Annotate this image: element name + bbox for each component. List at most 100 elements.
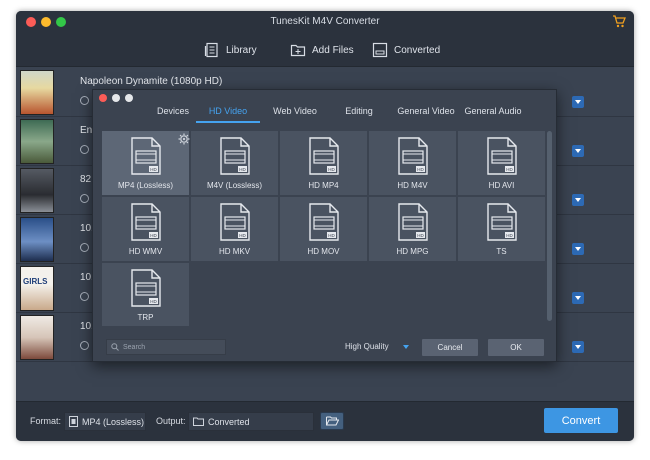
title-bar: TunesKit M4V Converter [16, 11, 634, 33]
format-option-label: M4V (Lossless) [206, 181, 263, 190]
hd-video-file-icon: HD [309, 137, 339, 175]
format-tabs: Devices HD Video Web Video Editing Gener… [93, 99, 556, 123]
output-path-field[interactable]: Converted [188, 412, 314, 431]
hd-video-file-icon: HD [220, 137, 250, 175]
format-option[interactable]: HD M4V (Lossless) [191, 131, 279, 196]
movie-title: 82 [80, 174, 92, 185]
hd-video-file-icon: HD [131, 203, 161, 241]
add-files-label: Add Files [312, 44, 354, 56]
add-folder-icon [290, 44, 306, 57]
format-selector[interactable]: MP4 (Lossless) [64, 412, 146, 431]
format-option[interactable]: HD HD MPG [369, 197, 457, 262]
output-value: Converted [208, 416, 250, 427]
format-option-label: TS [496, 247, 507, 256]
movie-title: Napoleon Dynamite (1080p HD) [80, 76, 223, 87]
toolbar: Library Add Files Converted [16, 33, 634, 67]
poster-text-girls: GIRLS [23, 277, 48, 286]
movie-poster: GIRLS [20, 266, 54, 311]
library-label: Library [226, 44, 257, 56]
format-option-label: HD M4V [397, 181, 428, 190]
output-label: Output: [156, 416, 186, 426]
clock-icon [80, 194, 89, 203]
tab-editing[interactable]: Editing [337, 106, 381, 123]
chevron-down-icon[interactable] [403, 345, 409, 349]
movie-poster [20, 70, 54, 115]
svg-text:HD: HD [150, 233, 157, 238]
format-option-label: HD MOV [307, 247, 340, 256]
cart-icon[interactable] [612, 15, 626, 33]
tab-devices[interactable]: Devices [148, 106, 198, 123]
film-icon [69, 416, 78, 427]
hd-video-file-icon: HD [131, 137, 161, 175]
quality-select[interactable]: High Quality [345, 342, 389, 351]
clock-icon [80, 341, 89, 350]
tab-web-video[interactable]: Web Video [269, 106, 321, 123]
svg-text:HD: HD [417, 167, 424, 172]
hd-video-file-icon: HD [309, 203, 339, 241]
folder-icon [193, 417, 204, 426]
hd-video-file-icon: HD [487, 137, 517, 175]
svg-text:HD: HD [328, 167, 335, 172]
converted-button[interactable]: Converted [372, 41, 440, 59]
dropdown-arrow-icon[interactable] [572, 341, 584, 353]
tab-general-audio[interactable]: General Audio [460, 106, 526, 123]
format-option[interactable]: HD MP4 (Lossless) [102, 131, 190, 196]
hd-video-file-icon: HD [398, 203, 428, 241]
cancel-button[interactable]: Cancel [422, 339, 478, 356]
format-option-label: HD AVI [488, 181, 515, 190]
hd-video-file-icon: HD [487, 203, 517, 241]
format-option-label: TRP [137, 313, 154, 322]
search-icon [111, 343, 119, 351]
format-grid-scrollbar[interactable] [547, 131, 552, 321]
svg-text:HD: HD [239, 167, 246, 172]
hd-video-file-icon: HD [131, 269, 161, 307]
dropdown-arrow-icon[interactable] [572, 96, 584, 108]
clock-icon [80, 96, 89, 105]
footer-bar: Format: MP4 (Lossless) Output: Converted… [16, 401, 634, 441]
ok-button[interactable]: OK [488, 339, 544, 356]
library-icon [204, 42, 218, 58]
format-option[interactable]: HD HD WMV [102, 197, 190, 262]
svg-text:HD: HD [150, 167, 157, 172]
dropdown-arrow-icon[interactable] [572, 145, 584, 157]
dropdown-arrow-icon[interactable] [572, 194, 584, 206]
svg-text:HD: HD [506, 233, 513, 238]
format-option[interactable]: HD HD M4V [369, 131, 457, 196]
convert-button[interactable]: Convert [544, 408, 618, 433]
format-option[interactable]: HD TRP [102, 263, 190, 326]
format-dialog: Devices HD Video Web Video Editing Gener… [92, 89, 557, 362]
format-option[interactable]: HD HD MOV [280, 197, 368, 262]
svg-text:HD: HD [506, 167, 513, 172]
add-files-button[interactable]: Add Files [290, 41, 354, 59]
svg-text:HD: HD [417, 233, 424, 238]
movie-poster [20, 217, 54, 262]
hd-video-file-icon: HD [220, 203, 250, 241]
dropdown-arrow-icon[interactable] [572, 243, 584, 255]
tab-hd-video[interactable]: HD Video [196, 106, 260, 123]
format-label: Format: [30, 416, 62, 426]
format-option[interactable]: HD HD AVI [458, 131, 546, 196]
dropdown-arrow-icon[interactable] [572, 292, 584, 304]
svg-text:HD: HD [239, 233, 246, 238]
format-option-label: HD MPG [396, 247, 429, 256]
converted-icon [372, 42, 388, 58]
format-search-input[interactable]: Search [106, 339, 226, 355]
tab-general-video[interactable]: General Video [394, 106, 458, 123]
format-grid: HD MP4 (Lossless) HD M4V (Lossless) HD H… [102, 131, 549, 326]
clock-icon [80, 145, 89, 154]
browse-output-button[interactable] [320, 412, 344, 430]
format-option[interactable]: HD HD MP4 [280, 131, 368, 196]
movie-poster [20, 119, 54, 164]
library-button[interactable]: Library [204, 41, 257, 59]
gear-icon[interactable] [178, 132, 190, 150]
svg-text:HD: HD [150, 299, 157, 304]
format-option[interactable]: HD TS [458, 197, 546, 262]
window-title: TunesKit M4V Converter [270, 16, 380, 27]
format-value: MP4 (Lossless) [82, 416, 145, 427]
format-option-label: HD MKV [218, 247, 251, 256]
movie-poster [20, 168, 54, 213]
svg-text:HD: HD [328, 233, 335, 238]
format-option-label: HD MP4 [308, 181, 339, 190]
clock-icon [80, 243, 89, 252]
format-option[interactable]: HD HD MKV [191, 197, 279, 262]
